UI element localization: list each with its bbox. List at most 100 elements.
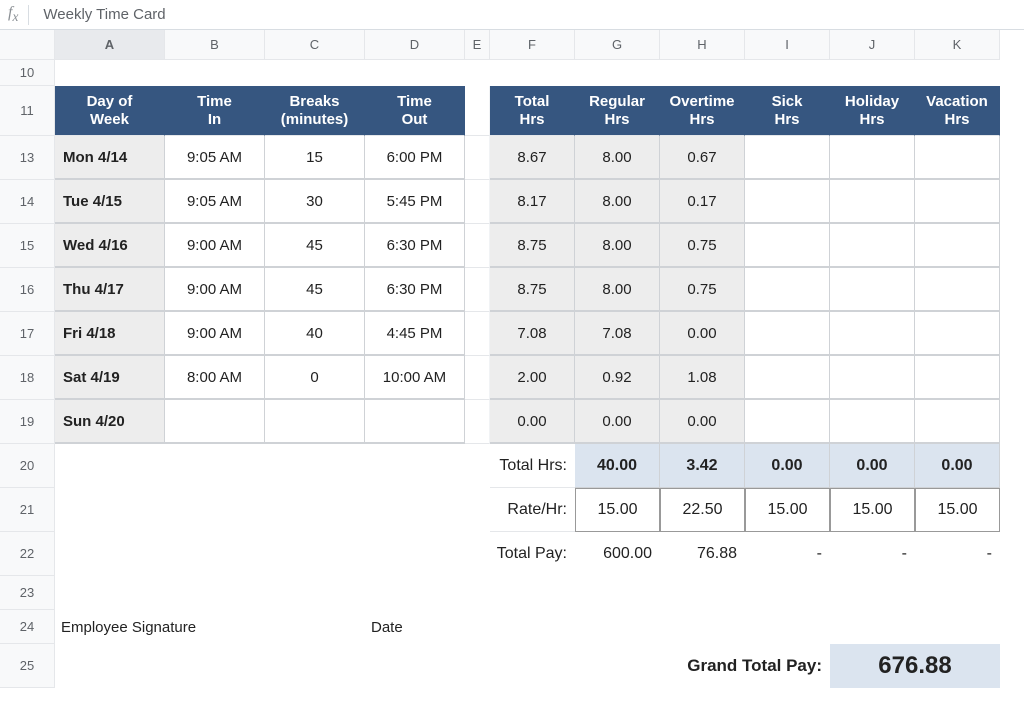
breaks-cell[interactable]: 0: [265, 356, 365, 400]
cell-blank[interactable]: [55, 644, 575, 688]
sick-hrs-cell[interactable]: [745, 312, 830, 356]
cell-gap[interactable]: [465, 400, 490, 444]
vacation-hrs-cell[interactable]: [915, 136, 1000, 180]
cell-gap[interactable]: [465, 444, 490, 488]
rate-overtime[interactable]: 22.50: [660, 488, 745, 532]
row-header[interactable]: 11: [0, 86, 55, 136]
time-out-cell[interactable]: [365, 400, 465, 444]
sick-hrs-cell[interactable]: [745, 400, 830, 444]
holiday-hrs-cell[interactable]: [830, 312, 915, 356]
time-out-cell[interactable]: 6:30 PM: [365, 268, 465, 312]
vacation-hrs-cell[interactable]: [915, 312, 1000, 356]
total-overtime-hrs[interactable]: 3.42: [660, 444, 745, 488]
holiday-hrs-cell[interactable]: [830, 268, 915, 312]
col-header-B[interactable]: B: [165, 30, 265, 60]
row-header[interactable]: 17: [0, 312, 55, 356]
row-header[interactable]: 25: [0, 644, 55, 688]
pay-vacation[interactable]: -: [915, 532, 1000, 576]
sick-hrs-cell[interactable]: [745, 224, 830, 268]
row-header[interactable]: 24: [0, 610, 55, 644]
cell-gap[interactable]: [465, 356, 490, 400]
vacation-hrs-cell[interactable]: [915, 268, 1000, 312]
cell-gap[interactable]: [465, 532, 490, 576]
cell-blank[interactable]: [55, 576, 1000, 610]
breaks-cell[interactable]: 40: [265, 312, 365, 356]
cell-blank[interactable]: [465, 610, 1000, 644]
total-hrs-cell[interactable]: 2.00: [490, 356, 575, 400]
overtime-hrs-cell[interactable]: 0.75: [660, 268, 745, 312]
regular-hrs-cell[interactable]: 8.00: [575, 268, 660, 312]
total-hrs-cell[interactable]: 8.75: [490, 268, 575, 312]
regular-hrs-cell[interactable]: 8.00: [575, 136, 660, 180]
day-cell[interactable]: Sat 4/19: [55, 356, 165, 400]
day-cell[interactable]: Wed 4/16: [55, 224, 165, 268]
pay-sick[interactable]: -: [745, 532, 830, 576]
holiday-hrs-cell[interactable]: [830, 180, 915, 224]
row-header[interactable]: 19: [0, 400, 55, 444]
total-hrs-cell[interactable]: 0.00: [490, 400, 575, 444]
pay-overtime[interactable]: 76.88: [660, 532, 745, 576]
holiday-hrs-cell[interactable]: [830, 356, 915, 400]
row-header[interactable]: 10: [0, 60, 55, 86]
row-header[interactable]: 23: [0, 576, 55, 610]
breaks-cell[interactable]: [265, 400, 365, 444]
breaks-cell[interactable]: 15: [265, 136, 365, 180]
breaks-cell[interactable]: 45: [265, 268, 365, 312]
total-vacation-hrs[interactable]: 0.00: [915, 444, 1000, 488]
cell-gap[interactable]: [465, 312, 490, 356]
cell-gap[interactable]: [465, 488, 490, 532]
time-in-cell[interactable]: 9:00 AM: [165, 224, 265, 268]
regular-hrs-cell[interactable]: 0.00: [575, 400, 660, 444]
regular-hrs-cell[interactable]: 7.08: [575, 312, 660, 356]
grid[interactable]: A B C D E F G H I J K 10 11 Day of Week …: [0, 30, 1024, 688]
row-header[interactable]: 18: [0, 356, 55, 400]
sick-hrs-cell[interactable]: [745, 268, 830, 312]
overtime-hrs-cell[interactable]: 0.00: [660, 400, 745, 444]
sick-hrs-cell[interactable]: [745, 180, 830, 224]
holiday-hrs-cell[interactable]: [830, 136, 915, 180]
total-hrs-cell[interactable]: 8.17: [490, 180, 575, 224]
time-out-cell[interactable]: 4:45 PM: [365, 312, 465, 356]
total-hrs-cell[interactable]: 8.67: [490, 136, 575, 180]
row-header[interactable]: 21: [0, 488, 55, 532]
col-header-G[interactable]: G: [575, 30, 660, 60]
cell-blank[interactable]: [55, 488, 465, 532]
vacation-hrs-cell[interactable]: [915, 224, 1000, 268]
total-holiday-hrs[interactable]: 0.00: [830, 444, 915, 488]
regular-hrs-cell[interactable]: 0.92: [575, 356, 660, 400]
day-cell[interactable]: Thu 4/17: [55, 268, 165, 312]
total-sick-hrs[interactable]: 0.00: [745, 444, 830, 488]
corner-cell[interactable]: [0, 30, 55, 60]
overtime-hrs-cell[interactable]: 0.75: [660, 224, 745, 268]
holiday-hrs-cell[interactable]: [830, 400, 915, 444]
day-cell[interactable]: Sun 4/20: [55, 400, 165, 444]
col-header-J[interactable]: J: [830, 30, 915, 60]
holiday-hrs-cell[interactable]: [830, 224, 915, 268]
row-header[interactable]: 15: [0, 224, 55, 268]
sick-hrs-cell[interactable]: [745, 136, 830, 180]
grand-total-value[interactable]: 676.88: [830, 644, 1000, 688]
day-cell[interactable]: Fri 4/18: [55, 312, 165, 356]
col-header-A[interactable]: A: [55, 30, 165, 60]
time-in-cell[interactable]: 9:05 AM: [165, 136, 265, 180]
time-out-cell[interactable]: 6:30 PM: [365, 224, 465, 268]
col-header-C[interactable]: C: [265, 30, 365, 60]
formula-input[interactable]: [41, 5, 341, 24]
row-header[interactable]: 13: [0, 136, 55, 180]
time-in-cell[interactable]: 9:00 AM: [165, 312, 265, 356]
overtime-hrs-cell[interactable]: 0.67: [660, 136, 745, 180]
time-in-cell[interactable]: 9:00 AM: [165, 268, 265, 312]
breaks-cell[interactable]: 45: [265, 224, 365, 268]
rate-regular[interactable]: 15.00: [575, 488, 660, 532]
time-in-cell[interactable]: 9:05 AM: [165, 180, 265, 224]
vacation-hrs-cell[interactable]: [915, 356, 1000, 400]
row-header[interactable]: 22: [0, 532, 55, 576]
breaks-cell[interactable]: 30: [265, 180, 365, 224]
cell-gap[interactable]: [465, 180, 490, 224]
col-header-D[interactable]: D: [365, 30, 465, 60]
regular-hrs-cell[interactable]: 8.00: [575, 180, 660, 224]
overtime-hrs-cell[interactable]: 0.17: [660, 180, 745, 224]
overtime-hrs-cell[interactable]: 1.08: [660, 356, 745, 400]
row-header[interactable]: 16: [0, 268, 55, 312]
vacation-hrs-cell[interactable]: [915, 180, 1000, 224]
